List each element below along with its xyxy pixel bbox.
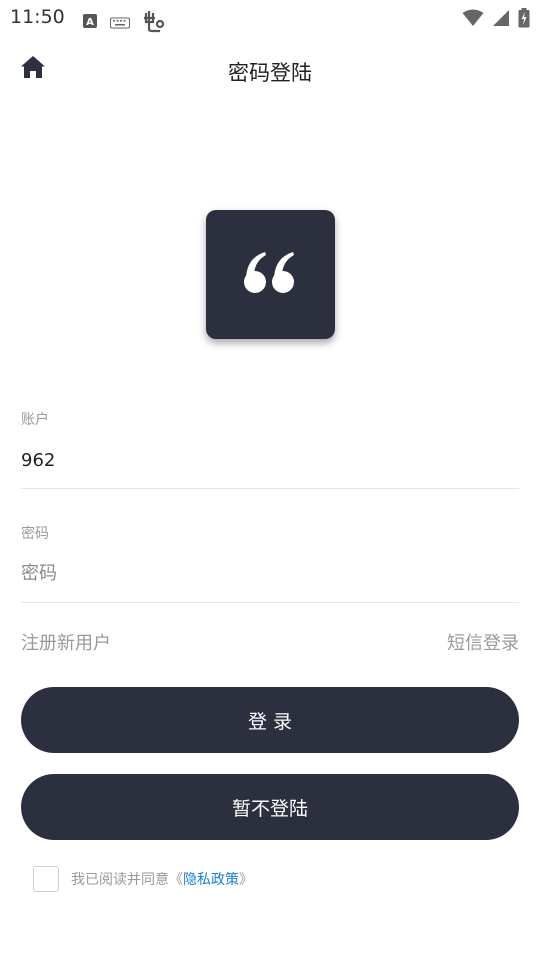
status-time: 11:50	[10, 6, 65, 28]
agreement-checkbox[interactable]	[33, 866, 59, 892]
password-divider	[21, 602, 519, 603]
skip-login-button[interactable]: 暂不登陆	[21, 774, 519, 840]
app-logo	[206, 210, 335, 339]
auth-links: 注册新用户 短信登录	[21, 629, 519, 655]
nav-bar: 密码登陆	[0, 40, 540, 102]
agreement-row: 我已阅读并同意《隐私政策》	[33, 866, 253, 892]
password-label: 密码	[21, 526, 49, 542]
wifi-icon	[462, 9, 484, 31]
password-input[interactable]	[21, 553, 519, 593]
keyboard-icon	[110, 14, 130, 33]
sms-login-link[interactable]: 短信登录	[447, 629, 519, 655]
privacy-policy-link[interactable]: 隐私政策	[183, 872, 239, 888]
account-label: 账户	[21, 412, 49, 428]
account-divider	[21, 488, 519, 489]
agreement-suffix: 》	[239, 872, 253, 888]
status-icons-left: A	[82, 9, 166, 37]
register-link[interactable]: 注册新用户	[21, 629, 111, 655]
a-box-icon: A	[82, 13, 98, 33]
app-bug-icon	[142, 9, 166, 37]
signal-icon	[492, 9, 510, 31]
page-title: 密码登陆	[228, 61, 312, 85]
battery-charging-icon	[518, 8, 530, 32]
status-bar: 11:50 A	[0, 0, 540, 38]
svg-text:A: A	[86, 17, 94, 28]
agreement-prefix: 我已阅读并同意《	[71, 872, 183, 888]
account-input[interactable]	[21, 440, 519, 480]
agreement-text: 我已阅读并同意《隐私政策》	[71, 869, 253, 889]
login-button[interactable]: 登 录	[21, 687, 519, 753]
status-icons-right	[462, 8, 530, 32]
quote-mark-icon	[243, 250, 299, 300]
